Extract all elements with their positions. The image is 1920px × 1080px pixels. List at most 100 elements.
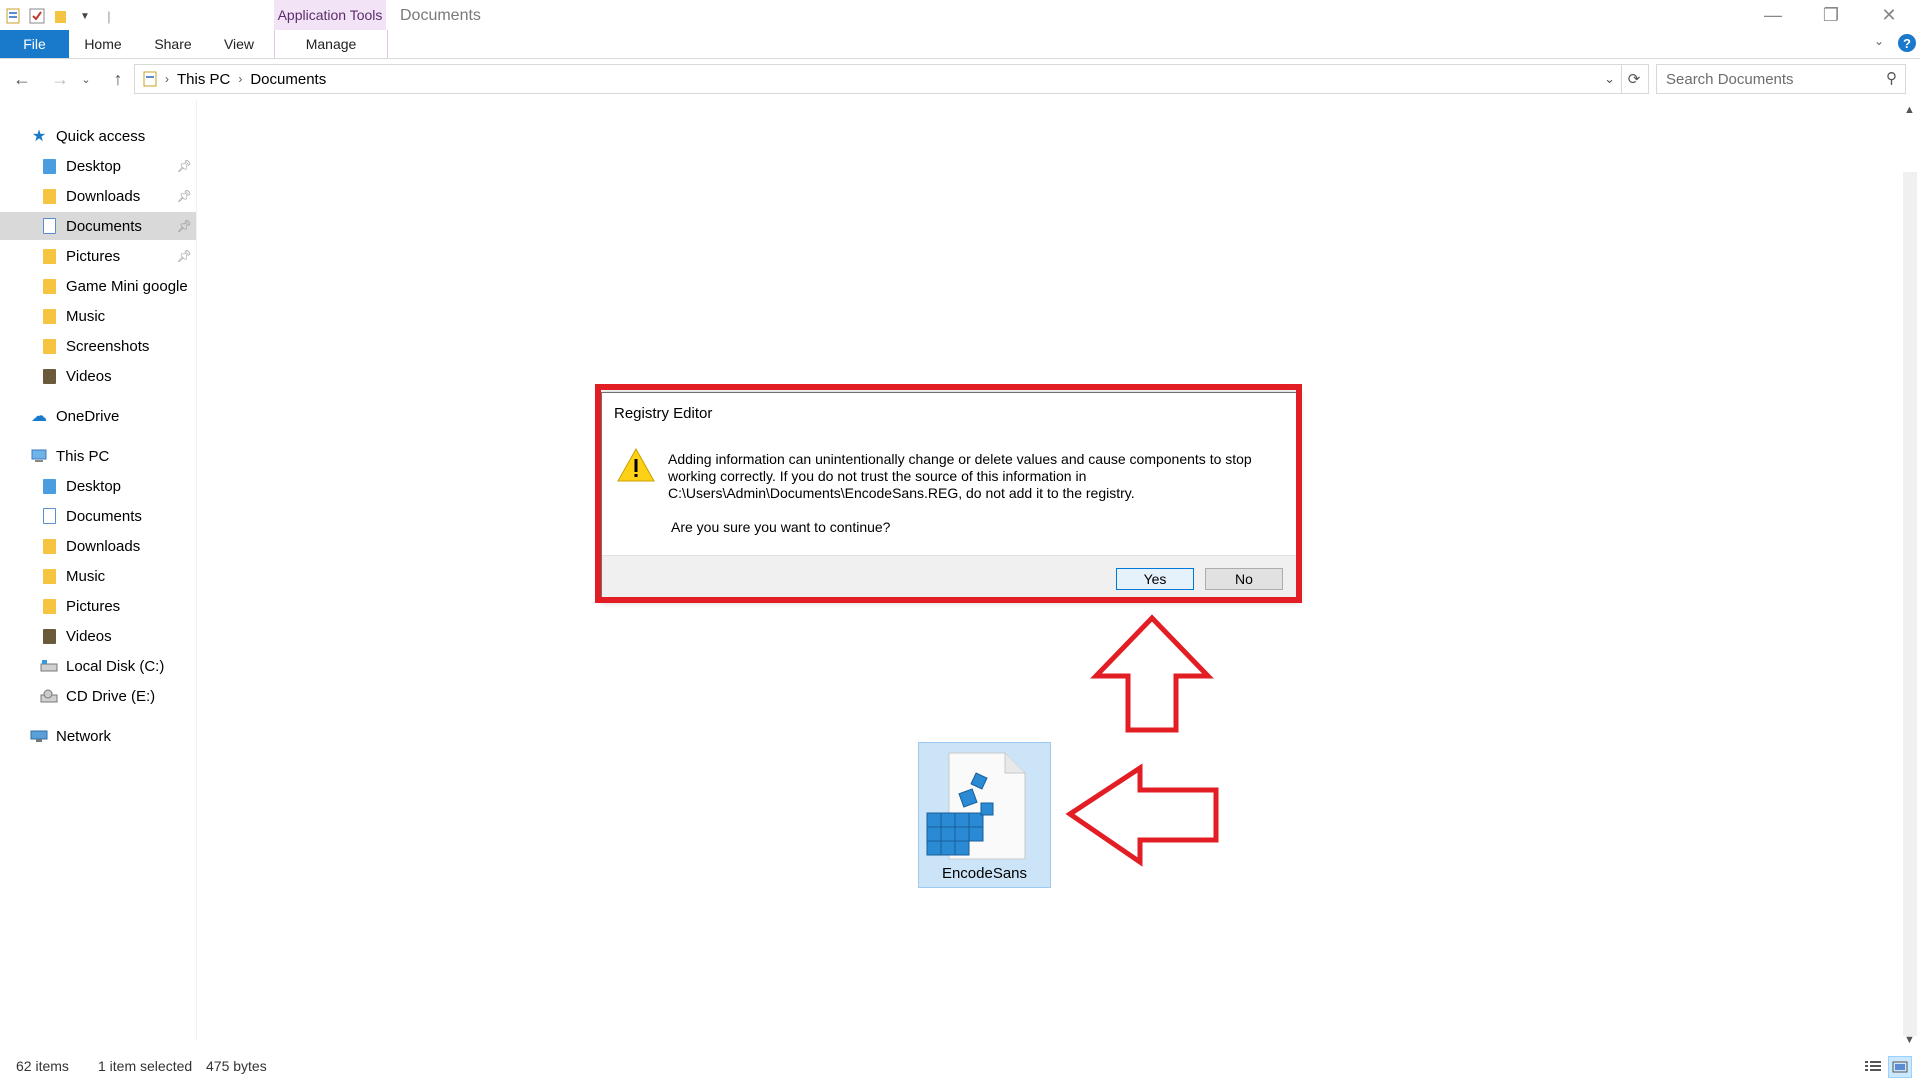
back-arrow-icon[interactable]: ←: [8, 64, 36, 94]
music-folder-icon: [40, 567, 58, 585]
sidebar-item-game-mini-google[interactable]: Game Mini google: [0, 272, 196, 300]
pin-icon[interactable]: 📌︎: [177, 219, 192, 233]
documents-folder-icon: [40, 507, 58, 525]
sidebar-item-music[interactable]: Music: [0, 302, 196, 330]
sidebar-item-pc-music[interactable]: Music: [0, 562, 196, 590]
refresh-icon[interactable]: ⟳: [1620, 64, 1649, 94]
close-icon[interactable]: ✕: [1860, 0, 1918, 30]
pin-icon[interactable]: 📌︎: [177, 189, 192, 203]
checkmark-icon[interactable]: [28, 7, 46, 25]
sidebar-item-network[interactable]: Network: [0, 722, 196, 750]
sidebar-item-label: Music: [66, 307, 106, 325]
search-placeholder: Search Documents: [1666, 70, 1794, 88]
sidebar-item-screenshots[interactable]: Screenshots: [0, 332, 196, 360]
sidebar-item-label: Pictures: [66, 597, 121, 615]
sidebar-item-desktop[interactable]: Desktop 📌︎: [0, 152, 196, 180]
breadcrumb-separator-icon: ›: [165, 72, 169, 86]
sidebar-item-label: Videos: [66, 627, 112, 645]
videos-folder-icon: [40, 367, 58, 385]
sidebar-item-label: Downloads: [66, 537, 141, 555]
desktop-folder-icon: [40, 477, 58, 495]
customize-toolbar-icon[interactable]: ▼: [76, 7, 94, 25]
navigation-pane: ★ Quick access Desktop 📌︎ Downloads 📌︎ D…: [0, 100, 197, 1040]
expand-ribbon-icon[interactable]: ⌄: [1874, 34, 1884, 48]
highlight-annotation: [595, 384, 1302, 603]
folder-icon: [40, 337, 58, 355]
folder-icon: [40, 277, 58, 295]
restore-icon[interactable]: ❐: [1802, 0, 1860, 30]
quick-access-toolbar: ▼ |: [0, 0, 118, 32]
scroll-down-icon[interactable]: ▼: [1904, 1034, 1915, 1046]
pictures-folder-icon: [40, 247, 58, 265]
sidebar-item-documents[interactable]: Documents 📌︎: [0, 212, 196, 240]
search-icon[interactable]: ⚲: [1886, 69, 1897, 87]
breadcrumb-this-pc[interactable]: This PC: [177, 71, 230, 88]
sidebar-item-label: This PC: [56, 447, 110, 465]
forward-arrow-icon[interactable]: →: [46, 64, 74, 94]
sidebar-item-label: Screenshots: [66, 337, 150, 355]
sidebar-item-label: Documents: [66, 217, 142, 235]
desktop-folder-icon: [40, 157, 58, 175]
address-bar[interactable]: › This PC › Documents ⌄: [134, 64, 1622, 94]
scrollbar-thumb[interactable]: [1903, 172, 1917, 1036]
pin-icon[interactable]: 📌︎: [177, 159, 192, 173]
sidebar-item-label: Downloads: [66, 187, 141, 205]
file-name: EncodeSans: [941, 865, 1028, 882]
status-bar: 62 items 1 item selected 475 bytes: [0, 1052, 1920, 1080]
large-icons-view-icon[interactable]: [1888, 1056, 1912, 1078]
recent-locations-chevron-icon[interactable]: ⌄: [78, 64, 94, 94]
address-dropdown-icon[interactable]: ⌄: [1604, 71, 1615, 87]
context-tab-application-tools: Application Tools: [274, 0, 386, 30]
music-folder-icon: [40, 307, 58, 325]
scroll-up-icon[interactable]: ▲: [1904, 104, 1915, 116]
sidebar-item-pictures[interactable]: Pictures 📌︎: [0, 242, 196, 270]
up-arrow-annotation-icon: [1090, 614, 1214, 733]
tab-file[interactable]: File: [0, 30, 69, 58]
tab-share[interactable]: Share: [148, 30, 198, 58]
sidebar-item-label: Network: [56, 727, 112, 745]
sidebar-item-label: Quick access: [56, 127, 146, 145]
sidebar-item-onedrive[interactable]: ☁ OneDrive: [0, 402, 196, 430]
sidebar-item-label: Documents: [66, 507, 142, 525]
cloud-icon: ☁: [31, 408, 47, 425]
sidebar-item-downloads[interactable]: Downloads 📌︎: [0, 182, 196, 210]
sidebar-item-pc-desktop[interactable]: Desktop: [0, 472, 196, 500]
sidebar-item-label: Desktop: [66, 157, 122, 175]
sidebar-item-this-pc[interactable]: This PC: [0, 442, 196, 470]
search-input[interactable]: Search Documents ⚲: [1656, 64, 1906, 94]
tab-manage[interactable]: Manage: [274, 30, 388, 58]
divider: |: [107, 8, 111, 24]
pin-icon[interactable]: 📌︎: [177, 249, 192, 263]
sidebar-item-label: Videos: [66, 367, 112, 385]
sidebar-item-quick-access[interactable]: ★ Quick access: [0, 122, 196, 150]
sidebar-item-label: CD Drive (E:): [66, 687, 156, 705]
documents-folder-icon: [40, 217, 58, 235]
tab-view[interactable]: View: [214, 30, 264, 58]
status-selection: 1 item selected: [98, 1058, 193, 1074]
local-disk-icon: [40, 657, 58, 675]
registry-file-icon: [926, 752, 1026, 860]
breadcrumb-documents[interactable]: Documents: [250, 71, 326, 88]
properties-icon[interactable]: [4, 7, 22, 25]
sidebar-item-pc-downloads[interactable]: Downloads: [0, 532, 196, 560]
sidebar-item-cd-drive[interactable]: CD Drive (E:): [0, 682, 196, 710]
minimize-icon[interactable]: —: [1744, 0, 1802, 30]
sidebar-item-pc-documents[interactable]: Documents: [0, 502, 196, 530]
help-icon[interactable]: ?: [1898, 34, 1916, 52]
sidebar-item-label: OneDrive: [56, 407, 120, 425]
cd-drive-icon: [40, 687, 58, 705]
left-arrow-annotation-icon: [1065, 763, 1219, 867]
sidebar-item-label: Pictures: [66, 247, 121, 265]
sidebar-item-local-disk[interactable]: Local Disk (C:): [0, 652, 196, 680]
new-folder-icon[interactable]: [52, 7, 70, 25]
file-item-encodesans[interactable]: EncodeSans: [918, 742, 1051, 888]
sidebar-item-videos[interactable]: Videos: [0, 362, 196, 390]
sidebar-item-pc-videos[interactable]: Videos: [0, 622, 196, 650]
up-arrow-icon[interactable]: ↑: [104, 64, 132, 94]
tab-home[interactable]: Home: [78, 30, 128, 58]
sidebar-item-label: Local Disk (C:): [66, 657, 165, 675]
pictures-folder-icon: [40, 597, 58, 615]
sidebar-item-pc-pictures[interactable]: Pictures: [0, 592, 196, 620]
sidebar-item-label: Music: [66, 567, 106, 585]
details-view-icon[interactable]: [1862, 1056, 1884, 1076]
